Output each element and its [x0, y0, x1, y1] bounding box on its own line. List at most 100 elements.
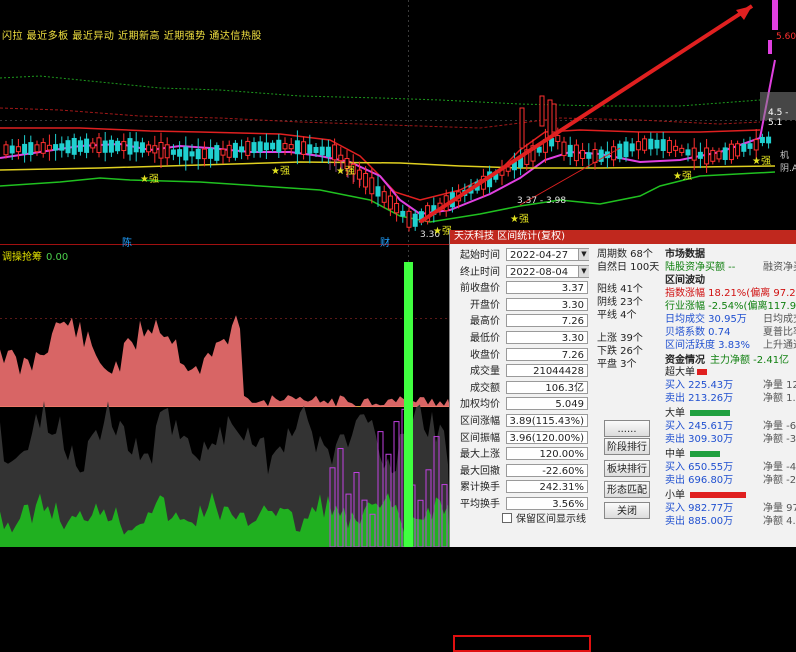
candle-body: [394, 202, 400, 214]
field-value: 5.049: [506, 397, 588, 411]
indicator-title: 闪拉 最近多板 最近异动 近期新高 近期强势 通达信热股: [2, 31, 262, 42]
candle-body: [735, 143, 741, 157]
candle-body: [170, 149, 176, 155]
candle-body: [294, 140, 300, 155]
candle-body: [46, 144, 52, 151]
super-bar: [697, 369, 707, 375]
pattern-match-button[interactable]: 形态匹配: [604, 481, 650, 498]
chevron-down-icon[interactable]: ▼: [578, 265, 589, 277]
candle-body: [642, 138, 648, 151]
candle-body: [567, 144, 573, 157]
candle-body: [301, 141, 307, 155]
big-net: 净量 -6: [763, 421, 796, 432]
last-candle: [772, 0, 778, 30]
candle-body: [263, 142, 269, 151]
field-label: 最高价: [470, 316, 500, 328]
candle-body: [555, 135, 561, 142]
close-button[interactable]: 关闭: [604, 502, 650, 519]
candle-body: [108, 139, 114, 153]
more-button[interactable]: ......: [604, 420, 650, 437]
field-label: 收盘价: [470, 349, 500, 361]
candle-body: [617, 143, 623, 160]
last-candle-2: [768, 40, 772, 54]
field-label: 成交额: [470, 382, 500, 394]
field-value: 3.30: [506, 331, 588, 344]
candle-body: [307, 144, 313, 154]
candle-body: [369, 177, 375, 195]
field-label: 加权均价: [460, 399, 500, 411]
candle-body: [716, 150, 722, 160]
financing-net: 融资净买: [763, 262, 796, 273]
sector-rank-button[interactable]: 板块排行: [604, 460, 650, 477]
date-picker[interactable]: 2022-04-27: [506, 248, 589, 261]
candle-body: [84, 138, 90, 153]
field-value: 3.56%: [506, 497, 588, 510]
main-net: 主力净额 -2.41亿: [710, 355, 790, 366]
industry-gain: 行业涨幅 -2.54%(偏离117.97%): [665, 301, 796, 312]
candle-body: [549, 138, 555, 147]
candle-body: [704, 147, 710, 165]
candle-body: [747, 143, 753, 149]
candle-body: [276, 139, 282, 153]
checkbox-box[interactable]: [502, 513, 512, 523]
mid-net: 净量 -4: [763, 462, 796, 473]
signal-label: ★强: [510, 214, 529, 225]
signal-label: ★强: [752, 156, 771, 167]
up-count: 上涨 39个: [597, 333, 643, 344]
candle-body: [90, 142, 96, 149]
candle-body: [288, 144, 294, 150]
dialog-title[interactable]: 天沃科技 区间统计(复权): [450, 230, 796, 244]
chevron-down-icon[interactable]: ▼: [578, 249, 589, 260]
candle-body: [363, 173, 369, 188]
candle-body: [77, 140, 83, 152]
keep-range-checkbox[interactable]: 保留区间显示线: [502, 510, 586, 525]
sharpe: 夏普比率: [763, 327, 796, 338]
candle-body: [573, 144, 579, 162]
daily-volume-2: 日均成交: [763, 314, 796, 325]
super-net2: 净额 1.0: [763, 393, 796, 404]
bottom-marker: 陈: [122, 238, 132, 249]
candle-body: [59, 143, 65, 151]
range-header: 区间波动: [665, 275, 705, 286]
candle-body: [741, 143, 747, 152]
signal-label: ★强: [673, 171, 692, 182]
candle-body: [666, 140, 672, 153]
big-sell: 卖出 309.30万: [665, 434, 734, 445]
big-buy: 买入 245.61万: [665, 421, 734, 432]
candle-body: [412, 213, 418, 227]
index-gain: 指数涨幅 18.21%(偏离 97.22%): [665, 288, 796, 299]
mid-net2: 净额 -2.: [763, 475, 796, 486]
bottom-marker: 财: [380, 238, 390, 249]
field-label: 最大回撤: [460, 465, 500, 477]
field-value: -22.60%: [506, 463, 588, 477]
candle-body: [611, 146, 617, 161]
candle-body: [226, 144, 232, 158]
candle-body: [536, 146, 542, 153]
range-stats-dialog[interactable]: 天沃科技 区间统计(复权) 起始时间 2022-04-27 ▼ 终止时间 2022-08…: [449, 230, 796, 652]
candle-body: [28, 142, 34, 156]
margin-net: 陆股资净买额 --: [665, 262, 736, 273]
candle-body: [34, 144, 40, 153]
candle-body: [195, 148, 201, 160]
candle-body: [766, 136, 772, 144]
date-picker[interactable]: 2022-08-04: [506, 264, 589, 278]
candle-body: [406, 210, 412, 228]
stage-rank-button[interactable]: 阶段排行: [604, 438, 650, 455]
flat-count: 平盘 3个: [597, 359, 637, 370]
candle-body: [759, 136, 765, 144]
candle-body: [623, 141, 629, 158]
candle-body: [580, 149, 586, 159]
big-net2: 净额 -3.: [763, 434, 796, 445]
field-value: 106.3亿: [506, 380, 588, 394]
natural-days: 自然日 100天: [597, 262, 660, 273]
field-label: 终止时间: [460, 266, 500, 278]
signal-label: ★强: [271, 166, 290, 177]
candle-body: [313, 146, 319, 153]
field-value: 3.37: [506, 281, 588, 295]
mid-buy: 买入 650.55万: [665, 462, 734, 473]
candle-body: [177, 149, 183, 157]
candle-body: [592, 149, 598, 163]
candle-body: [561, 141, 567, 157]
candle-body: [586, 152, 592, 159]
candle-body: [133, 141, 139, 153]
